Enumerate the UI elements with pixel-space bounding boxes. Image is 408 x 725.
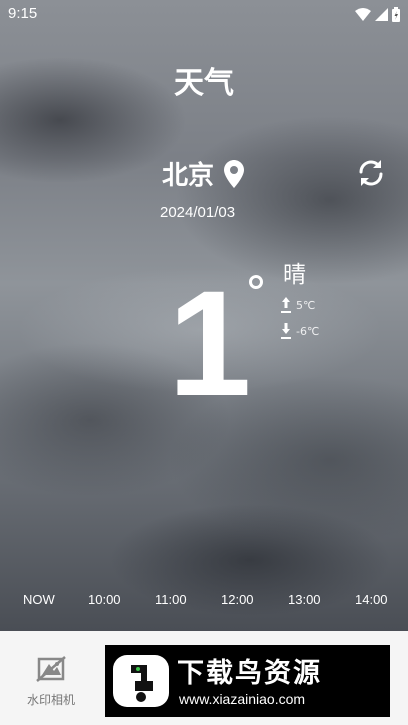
- hour-11[interactable]: 11:00: [155, 592, 187, 607]
- bottom-bar: 水印相机 下载鸟资源 www.xiazainiao.com: [0, 631, 408, 725]
- thermometer-down-icon: [281, 323, 291, 339]
- weather-condition: 晴: [283, 262, 306, 288]
- degree-symbol: [249, 275, 263, 289]
- bird-logo-icon: [113, 655, 169, 707]
- camera-icon: [36, 656, 66, 682]
- hourly-forecast[interactable]: NOW 10:00 11:00 12:00 13:00 14:00: [0, 592, 408, 612]
- hour-12[interactable]: 12:00: [221, 592, 254, 607]
- hour-13[interactable]: 13:00: [288, 592, 321, 607]
- watermark-camera-button[interactable]: 水印相机: [20, 655, 82, 708]
- low-temperature-value: -6℃: [296, 324, 320, 338]
- status-time: 9:15: [8, 5, 38, 22]
- hour-now[interactable]: NOW: [23, 592, 55, 607]
- hour-10[interactable]: 10:00: [88, 592, 121, 607]
- low-temperature: -6℃: [280, 322, 319, 340]
- wifi-icon: [355, 8, 371, 21]
- thermometer-up-icon: [281, 297, 291, 313]
- hour-14[interactable]: 14:00: [355, 592, 388, 607]
- ad-url: www.xiazainiao.com: [179, 691, 306, 707]
- ad-title: 下载鸟资源: [177, 658, 322, 689]
- high-temperature-value: 5℃: [296, 298, 316, 312]
- app-title: 天气: [174, 66, 234, 101]
- camera-label: 水印相机: [26, 693, 75, 707]
- city-name: 北京: [162, 161, 215, 191]
- refresh-icon[interactable]: [356, 158, 386, 188]
- location-pin-icon[interactable]: [224, 159, 245, 188]
- status-bar: 9:15: [0, 0, 408, 28]
- battery-icon: [392, 7, 400, 22]
- location: 北京: [162, 155, 245, 192]
- status-icons: [355, 7, 400, 22]
- ad-banner[interactable]: 下载鸟资源 www.xiazainiao.com: [105, 645, 390, 717]
- current-temperature: 1: [168, 259, 252, 427]
- date-label: 2024/01/03: [160, 204, 236, 221]
- high-temperature: 5℃: [280, 296, 315, 314]
- signal-icon: [375, 8, 388, 21]
